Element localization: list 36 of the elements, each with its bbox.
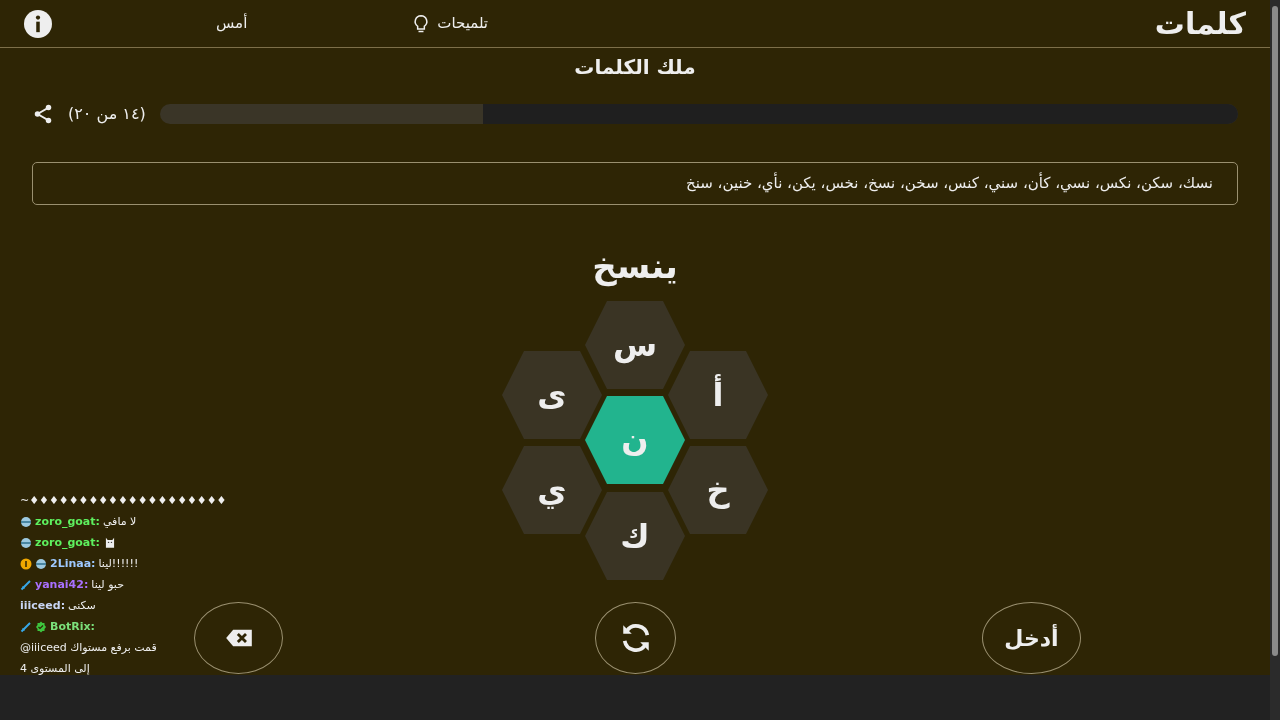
hints-button[interactable]: تلميحات	[411, 12, 489, 35]
yesterday-link[interactable]: أمس	[216, 12, 248, 35]
found-words: نسك، سكن، نكس، نسي، كأن، سني، كنس، سخن، نسخ، نخس، يكن، نأي، خنين، سنخ	[686, 172, 1213, 195]
letter-tile[interactable]: ي	[502, 446, 602, 534]
letter-tile[interactable]: ك	[585, 492, 685, 580]
game-title: ملك الكلمات	[573, 54, 697, 81]
sword-icon	[20, 578, 32, 591]
chat-message: لينا!!!!!!	[98, 556, 139, 572]
info-icon[interactable]	[24, 9, 52, 38]
chat-username: BotRix:	[50, 619, 95, 635]
scrollbar-thumb[interactable]	[1272, 6, 1278, 656]
globe-icon	[20, 515, 32, 528]
letter-tile[interactable]: خ	[668, 446, 768, 534]
progress-count: (١٤ من ٢٠)	[68, 103, 146, 126]
check-badge-icon	[35, 620, 47, 633]
chat-username: iiiceed:	[20, 598, 66, 614]
logo: كلمات	[1154, 5, 1246, 43]
chat-message: سكنى	[68, 598, 96, 614]
letter-tile[interactable]: ى	[502, 351, 602, 439]
chat-message: @iiiceed قمت برفع مستواك إلى المستوى 4	[20, 640, 158, 677]
sword-icon	[20, 620, 32, 633]
scrollbar[interactable]	[1270, 0, 1280, 720]
share-icon[interactable]	[32, 103, 54, 125]
globe-icon	[35, 557, 47, 570]
coin-icon	[20, 557, 32, 570]
chat-username: 2Linaa:	[50, 556, 96, 572]
chat-message: ~♦♦♦♦♦♦♦♦♦♦♦♦♦♦♦♦♦♦♦♦	[20, 493, 227, 509]
letter-tile[interactable]: أ	[668, 351, 768, 439]
chat-username: zoro_goat:	[35, 535, 100, 551]
chat-username: yanai42:	[35, 577, 89, 593]
chat-username: zoro_goat:	[35, 514, 100, 530]
globe-icon	[20, 536, 32, 549]
current-word: ينسخ	[591, 245, 679, 289]
letter-tile[interactable]: س	[585, 301, 685, 389]
chat-message: لا مافي	[102, 514, 137, 530]
chat-message: حبو لينا	[91, 577, 124, 593]
